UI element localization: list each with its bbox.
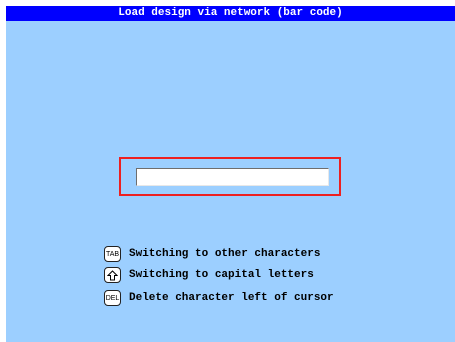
screen: Load design via network (bar code) TAB S…: [6, 6, 455, 342]
legend-row-del: DEL Delete character left of cursor: [104, 289, 334, 307]
del-key-icon: DEL: [104, 290, 121, 306]
legend-row-shift: Switching to capital letters: [104, 266, 314, 284]
legend-text-shift: Switching to capital letters: [129, 269, 314, 281]
shift-arrow-key-icon: [104, 267, 121, 283]
legend-row-tab: TAB Switching to other characters: [104, 245, 320, 263]
legend-text-del: Delete character left of cursor: [129, 292, 334, 304]
legend-text-tab: Switching to other characters: [129, 248, 321, 260]
window-title: Load design via network (bar code): [6, 6, 455, 21]
barcode-input[interactable]: [136, 168, 329, 186]
tab-key-icon: TAB: [104, 246, 121, 262]
barcode-input-frame: [119, 157, 341, 196]
